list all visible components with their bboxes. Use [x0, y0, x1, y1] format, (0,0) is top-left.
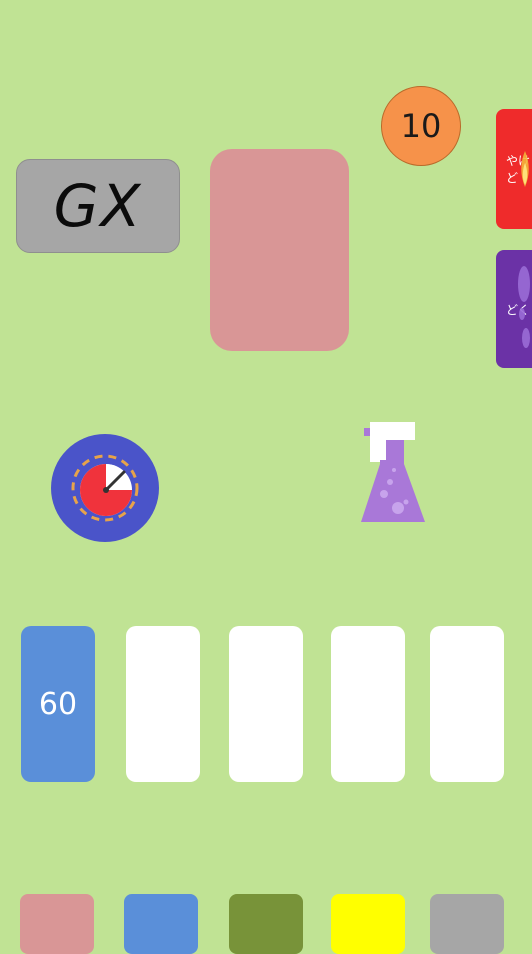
gx-card-label: GX [53, 172, 143, 240]
color-swatch-yellow[interactable] [331, 894, 405, 954]
hand-slot-4[interactable] [331, 626, 405, 782]
hand-slot-5[interactable] [430, 626, 504, 782]
status-card-poison[interactable]: どく [496, 250, 532, 368]
turn-timer-icon[interactable] [50, 433, 160, 543]
active-card-slot[interactable] [210, 149, 349, 351]
bubble-icon [518, 266, 530, 348]
color-swatch-pink[interactable] [20, 894, 94, 954]
color-swatch-blue[interactable] [124, 894, 198, 954]
color-swatch-gray[interactable] [430, 894, 504, 954]
color-swatch-green[interactable] [229, 894, 303, 954]
status-card-burn[interactable]: やけど [496, 109, 532, 229]
hand-slot-2[interactable] [126, 626, 200, 782]
hand-slot-1-value: 60 [38, 686, 78, 722]
flame-icon [521, 151, 529, 187]
coin-value: 10 [400, 107, 442, 145]
gx-card[interactable]: GX [16, 159, 180, 253]
hand-slot-3[interactable] [229, 626, 303, 782]
potion-flask-icon[interactable] [358, 420, 428, 526]
hand-slot-1[interactable]: 60 [21, 626, 95, 782]
coin-counter[interactable]: 10 [381, 86, 461, 166]
